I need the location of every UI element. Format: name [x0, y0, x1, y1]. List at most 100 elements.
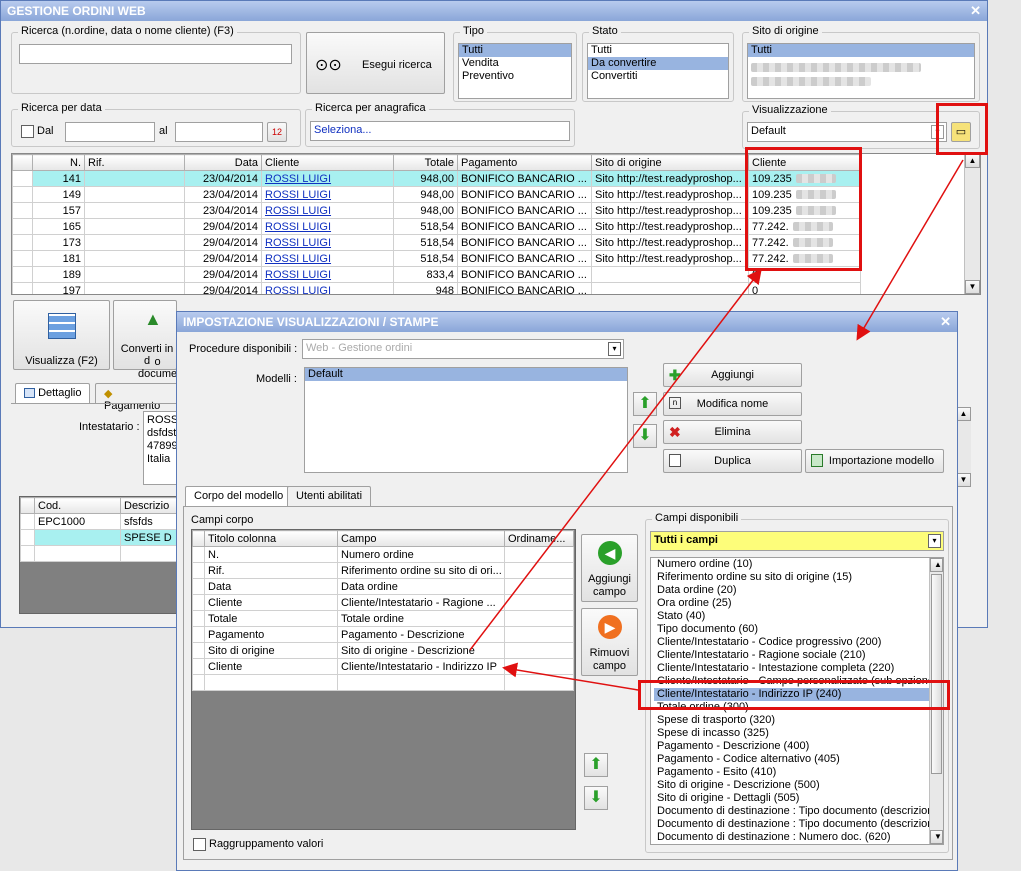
table-row[interactable]: 197 29/04/2014 ROSSI LUIGI 948 BONIFICO BANC… [12, 282, 861, 294]
anagrafica-input[interactable]: Seleziona... [310, 121, 570, 141]
tipo-list[interactable]: Tutti Vendita Preventivo [458, 43, 572, 99]
cliente-link[interactable]: ROSSI LUIGI [265, 269, 331, 281]
table-row[interactable]: Data Data ordine [192, 578, 574, 595]
search-input[interactable] [19, 44, 292, 64]
tipo-item[interactable]: Tutti [459, 44, 571, 57]
close-icon[interactable]: ✕ [940, 314, 951, 330]
col-header[interactable]: Cod. [34, 497, 121, 514]
campi-scrollbar[interactable]: ▲ ▼ [929, 558, 943, 844]
cliente-link[interactable]: ROSSI LUIGI [265, 253, 331, 265]
dal-checkbox[interactable] [21, 125, 34, 138]
table-row[interactable]: 149 23/04/2014 ROSSI LUIGI 948,00 BONIFICO B… [12, 186, 861, 203]
cliente-link[interactable]: ROSSI LUIGI [265, 221, 331, 233]
list-item[interactable]: Numero ordine (10) [654, 558, 929, 571]
table-row[interactable]: 181 29/04/2014 ROSSI LUIGI 518,54 BONIFICO B… [12, 250, 861, 267]
list-item[interactable]: Pagamento - Esito (410) [654, 766, 929, 779]
col-header[interactable]: Titolo colonna [204, 530, 338, 547]
list-item[interactable]: Documento di destinazione : Tipo documen… [654, 818, 940, 831]
visualizzazione-select[interactable]: Default ▾ [747, 122, 947, 142]
table-row[interactable]: 173 29/04/2014 ROSSI LUIGI 518,54 BONIFICO B… [12, 234, 861, 251]
rimuovi-campo-button[interactable]: ▶ Rimuovi campo [581, 608, 638, 676]
col-header[interactable]: Campo [337, 530, 505, 547]
procedure-select[interactable]: Web - Gestione ordini ▾ [302, 339, 624, 359]
chevron-down-icon[interactable]: ▾ [928, 534, 941, 548]
col-header[interactable]: Cliente [748, 154, 861, 171]
modifica-nome-button[interactable]: n Modifica nome [663, 392, 802, 416]
list-item[interactable]: Pagamento - Descrizione (400) [654, 740, 929, 753]
list-item[interactable]: Sito di origine - Dettagli (505) [654, 792, 929, 805]
table-row[interactable]: 165 29/04/2014 ROSSI LUIGI 518,54 BONIFICO B… [12, 218, 861, 235]
col-header[interactable]: Sito di origine [591, 154, 749, 171]
aggiungi-button[interactable]: ✚ Aggiungi [663, 363, 802, 387]
cliente-link[interactable]: ROSSI LUIGI [265, 173, 331, 185]
field-up-button[interactable]: ⬆ [584, 753, 608, 777]
tab-utenti-abilitati[interactable]: Utenti abilitati [287, 486, 372, 506]
table-row[interactable]: Rif. Riferimento ordine su sito di ori... [192, 562, 574, 579]
col-header[interactable]: Totale [393, 154, 458, 171]
cliente-link[interactable]: ROSSI LUIGI [265, 237, 331, 249]
stato-item[interactable]: Tutti [588, 44, 728, 57]
chevron-down-icon[interactable]: ▾ [931, 125, 944, 139]
tab-dettaglio[interactable]: Dettaglio [15, 383, 91, 403]
list-item[interactable]: Stato (40) [654, 610, 929, 623]
orders-scrollbar[interactable]: ▲ ▼ [964, 154, 980, 294]
stato-item[interactable]: Convertiti [588, 70, 728, 83]
duplica-button[interactable]: Duplica [663, 449, 802, 473]
list-item[interactable]: Cliente/Intestatario - Codice progressiv… [654, 636, 929, 649]
tipo-item[interactable]: Vendita [459, 57, 571, 70]
table-row[interactable]: Sito di origine Sito di origine - Descriz… [192, 642, 574, 659]
list-item[interactable]: Totale ordine (300) [654, 701, 929, 714]
col-header[interactable]: Data [184, 154, 262, 171]
tab-pagamento[interactable]: ◆ Pagamento [95, 383, 179, 412]
cliente-link[interactable]: ROSSI LUIGI [265, 189, 331, 201]
list-item[interactable]: Spese di trasporto (320) [654, 714, 929, 727]
col-header[interactable]: Pagamento [457, 154, 592, 171]
modelli-list[interactable]: Default [304, 367, 628, 473]
list-item[interactable]: Sito di origine - Descrizione (500) [654, 779, 929, 792]
stato-list[interactable]: Tutti Da convertire Convertiti [587, 43, 729, 99]
list-item[interactable]: Spese di incasso (325) [654, 727, 929, 740]
table-row[interactable]: 189 29/04/2014 ROSSI LUIGI 833,4 BONIFICO BA… [12, 266, 861, 283]
list-item[interactable]: Ora ordine (25) [654, 597, 929, 610]
move-down-button[interactable]: ⬇ [633, 424, 657, 448]
col-header[interactable]: Descrizio [120, 497, 178, 514]
list-item[interactable]: Cliente/Intestatario - Ragione sociale (… [654, 649, 929, 662]
campi-disponibili-list[interactable]: Numero ordine (10) Riferimento ordine su … [650, 557, 944, 845]
list-item[interactable]: Documento di destinazione : Tipo documen… [654, 805, 940, 818]
table-row[interactable]: N. Numero ordine [192, 546, 574, 563]
table-row[interactable]: 141 23/04/2014 ROSSI LUIGI 948,00 BONIFICO B… [12, 170, 861, 187]
sito-list[interactable]: Tutti [747, 43, 975, 99]
table-row[interactable]: Cliente Cliente/Intestatario - Ragione ..… [192, 594, 574, 611]
list-item[interactable]: Data ordine (20) [654, 584, 929, 597]
folder-icon[interactable]: ▭ [951, 122, 971, 142]
calendar-icon[interactable]: 12 [267, 122, 287, 142]
raggruppamento-checkbox[interactable] [193, 838, 206, 851]
list-item[interactable]: Riferimento ordine su sito di origine (1… [654, 571, 929, 584]
table-row[interactable] [20, 545, 178, 562]
tab-corpo-modello[interactable]: Corpo del modello [185, 486, 293, 506]
list-item[interactable]: Pagamento - Codice alternativo (405) [654, 753, 929, 766]
modello-item[interactable]: Default [305, 368, 627, 381]
visualizza-button[interactable]: Visualizza (F2) [13, 300, 110, 370]
list-item[interactable]: Cliente/Intestatario - Intestazione comp… [654, 662, 929, 675]
elimina-button[interactable]: ✖ Elimina [663, 420, 802, 444]
col-header[interactable]: Ordiname... [504, 530, 574, 547]
campi-filter-select[interactable]: Tutti i campi ▾ [650, 531, 944, 551]
table-row[interactable]: Cliente Cliente/Intestatario - Indirizzo … [192, 658, 574, 675]
close-icon[interactable]: ✕ [970, 3, 981, 19]
move-up-button[interactable]: ⬆ [633, 392, 657, 416]
list-item[interactable]: Cliente/Intestatario - Indirizzo IP (240… [654, 688, 929, 701]
cliente-link[interactable]: ROSSI LUIGI [265, 205, 331, 217]
sito-item[interactable]: Tutti [748, 44, 974, 57]
list-item[interactable]: Cliente/Intestatario - Campo personalizz… [654, 675, 934, 688]
converti-button[interactable]: ▲ Converti in d o docume [113, 300, 177, 380]
field-down-button[interactable]: ⬇ [584, 786, 608, 810]
col-header[interactable]: Cliente [261, 154, 394, 171]
aggiungi-campo-button[interactable]: ◀ Aggiungi campo [581, 534, 638, 602]
table-row[interactable]: SPESE D [20, 529, 178, 546]
list-item[interactable]: Tipo documento (60) [654, 623, 929, 636]
table-row[interactable]: EPC1000 sfsfds [20, 513, 178, 530]
tipo-item[interactable]: Preventivo [459, 70, 571, 83]
date-from-input[interactable] [65, 122, 155, 142]
col-header[interactable]: N. [32, 154, 85, 171]
